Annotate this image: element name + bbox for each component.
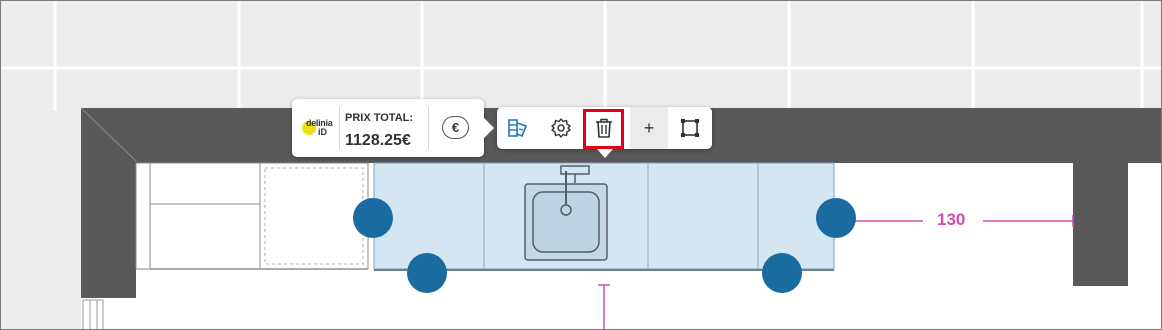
currency-button[interactable]: € xyxy=(442,116,469,139)
price-panel: delinia iD PRIX TOTAL: 1128.25€ € xyxy=(292,99,484,157)
resize-handle-left[interactable] xyxy=(353,198,393,238)
price-value: 1128.25€ xyxy=(345,132,411,149)
resize-handle-bottom-left[interactable] xyxy=(407,253,447,293)
dimension-label: 130 xyxy=(937,210,966,229)
settings-button[interactable] xyxy=(539,107,583,149)
delinia-logo: delinia iD xyxy=(300,115,334,141)
add-button[interactable]: + xyxy=(630,107,668,149)
price-label: PRIX TOTAL: xyxy=(345,112,414,124)
materials-palette-icon xyxy=(508,119,528,138)
object-toolbar: + xyxy=(497,107,712,149)
materials-button[interactable] xyxy=(497,107,539,149)
floor-plan-drawing xyxy=(1,1,1161,329)
left-wall xyxy=(81,108,136,329)
price-panel-pointer xyxy=(484,118,494,138)
resize-handle-bottom-right[interactable] xyxy=(762,253,802,293)
right-wall-pillar xyxy=(1073,161,1128,286)
gear-icon xyxy=(551,118,571,138)
trash-icon xyxy=(596,118,612,138)
resize-handle-right[interactable] xyxy=(816,198,856,238)
resize-frame-icon xyxy=(681,119,699,137)
kitchen-plan-canvas[interactable]: 130 delinia iD PRIX TOTAL: 1128.25€ € + xyxy=(0,0,1162,330)
toolbar-pointer xyxy=(597,149,613,158)
delete-button[interactable] xyxy=(583,107,625,149)
resize-button[interactable] xyxy=(668,107,712,149)
